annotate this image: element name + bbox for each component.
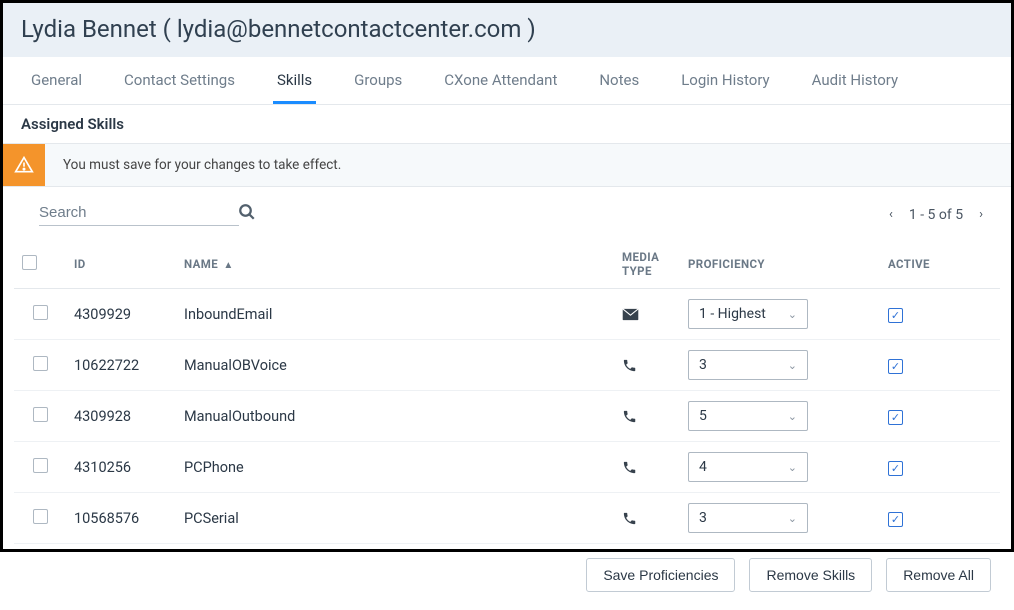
alert-banner: You must save for your changes to take e… — [3, 144, 1011, 187]
alert-text: You must save for your changes to take e… — [45, 157, 341, 173]
chevron-down-icon: ⌄ — [788, 410, 797, 423]
active-checkbox[interactable]: ✓ — [888, 512, 903, 527]
select-all-checkbox[interactable] — [22, 255, 37, 270]
table-row: 10568576PCSerial3⌄✓ — [14, 493, 1000, 544]
proficiency-select[interactable]: 4⌄ — [688, 452, 808, 482]
search-input[interactable] — [39, 204, 238, 221]
tab-contact-settings[interactable]: Contact Settings — [120, 57, 239, 104]
table-row: 4310256PCPhone4⌄✓ — [14, 442, 1000, 493]
row-checkbox[interactable] — [33, 458, 48, 473]
cell-name: PCPhone — [176, 442, 614, 493]
row-checkbox[interactable] — [33, 356, 48, 371]
cell-id: 4309929 — [66, 289, 176, 340]
cell-name: ManualOBVoice — [176, 340, 614, 391]
column-header-id[interactable]: ID — [66, 240, 176, 289]
tab-login-history[interactable]: Login History — [677, 57, 773, 104]
save-proficiencies-button[interactable]: Save Proficiencies — [586, 558, 735, 592]
pager: ‹ 1 - 5 of 5 › — [885, 207, 987, 223]
remove-all-button[interactable]: Remove All — [886, 558, 991, 592]
tab-cxone-attendant[interactable]: CXone Attendant — [440, 57, 561, 104]
table-row: 4309928ManualOutbound5⌄✓ — [14, 391, 1000, 442]
chevron-down-icon: ⌄ — [788, 359, 797, 372]
proficiency-value: 1 - Highest — [699, 306, 766, 322]
proficiency-select[interactable]: 3⌄ — [688, 350, 808, 380]
page-title: Lydia Bennet ( lydia@bennetcontactcenter… — [3, 3, 1011, 57]
pager-next-icon[interactable]: › — [975, 207, 987, 222]
proficiency-value: 3 — [699, 357, 707, 373]
active-checkbox[interactable]: ✓ — [888, 410, 903, 425]
phone-icon — [622, 511, 672, 526]
chevron-down-icon: ⌄ — [788, 308, 797, 321]
skills-table: ID NAME ▲ MEDIA TYPE PROFICIENCY ACTIVE … — [14, 240, 1000, 544]
cell-id: 10568576 — [66, 493, 176, 544]
tab-general[interactable]: General — [27, 57, 86, 104]
phone-icon — [622, 409, 672, 424]
tab-notes[interactable]: Notes — [595, 57, 643, 104]
row-checkbox[interactable] — [33, 305, 48, 320]
proficiency-value: 3 — [699, 510, 707, 526]
column-header-active[interactable]: ACTIVE — [880, 240, 1000, 289]
search-field[interactable] — [39, 203, 239, 226]
column-header-name[interactable]: NAME ▲ — [176, 240, 614, 289]
proficiency-select[interactable]: 5⌄ — [688, 401, 808, 431]
row-checkbox[interactable] — [33, 407, 48, 422]
phone-icon — [622, 358, 672, 373]
sort-asc-icon: ▲ — [223, 260, 233, 271]
section-title: Assigned Skills — [3, 105, 1011, 144]
cell-id: 4309928 — [66, 391, 176, 442]
proficiency-value: 4 — [699, 459, 707, 475]
cell-id: 10622722 — [66, 340, 176, 391]
pager-prev-icon[interactable]: ‹ — [885, 207, 897, 222]
table-row: 10622722ManualOBVoice3⌄✓ — [14, 340, 1000, 391]
chevron-down-icon: ⌄ — [788, 461, 797, 474]
cell-name: InboundEmail — [176, 289, 614, 340]
pager-text: 1 - 5 of 5 — [909, 207, 963, 223]
table-row: 4309929InboundEmail 1 - Highest ⌄ ✓ — [14, 289, 1000, 340]
tab-groups[interactable]: Groups — [350, 57, 406, 104]
email-icon — [622, 308, 672, 321]
tab-skills[interactable]: Skills — [273, 57, 316, 104]
proficiency-select[interactable]: 1 - Highest ⌄ — [688, 299, 808, 329]
tab-audit-history[interactable]: Audit History — [808, 57, 902, 104]
column-header-proficiency[interactable]: PROFICIENCY — [680, 240, 880, 289]
remove-skills-button[interactable]: Remove Skills — [749, 558, 872, 592]
proficiency-value: 5 — [699, 408, 707, 424]
cell-name: ManualOutbound — [176, 391, 614, 442]
cell-name: PCSerial — [176, 493, 614, 544]
phone-icon — [622, 460, 672, 475]
proficiency-select[interactable]: 3⌄ — [688, 503, 808, 533]
chevron-down-icon: ⌄ — [788, 512, 797, 525]
warning-icon — [3, 144, 45, 186]
row-checkbox[interactable] — [33, 509, 48, 524]
active-checkbox[interactable]: ✓ — [888, 308, 903, 323]
tab-bar: General Contact Settings Skills Groups CXone… — [3, 57, 1011, 105]
column-header-media[interactable]: MEDIA TYPE — [614, 240, 680, 289]
cell-id: 4310256 — [66, 442, 176, 493]
active-checkbox[interactable]: ✓ — [888, 359, 903, 374]
active-checkbox[interactable]: ✓ — [888, 461, 903, 476]
column-header-name-label: NAME — [184, 257, 218, 271]
search-icon[interactable] — [238, 203, 256, 221]
